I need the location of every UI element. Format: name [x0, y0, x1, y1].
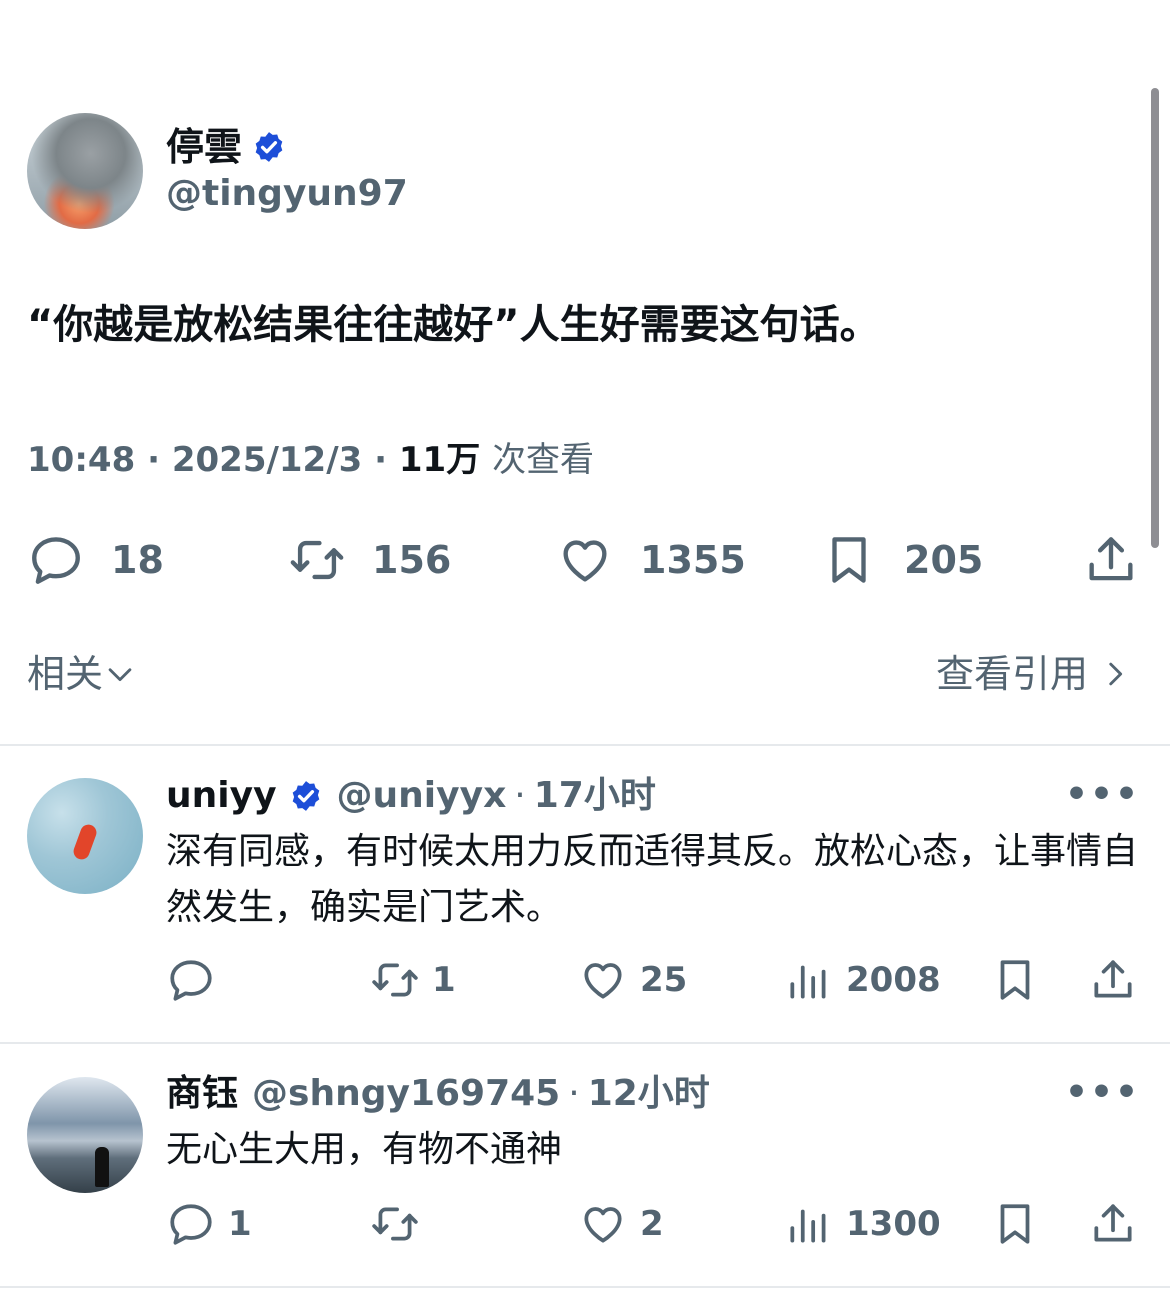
bookmark-button[interactable] [990, 952, 1040, 1008]
share-icon [1089, 537, 1133, 581]
retweet-button[interactable]: 156 [288, 528, 451, 592]
related-label: 相关 [27, 652, 104, 696]
retweet-icon [290, 540, 344, 580]
author-name[interactable]: 停雲 [166, 124, 286, 170]
reply-avatar[interactable] [27, 778, 143, 894]
retweet-count: 156 [372, 538, 452, 582]
like-count: 2 [640, 1204, 664, 1244]
like-icon [584, 1207, 622, 1243]
header-separator: · [568, 1073, 580, 1114]
reply-author-name[interactable]: 商钰 [166, 1072, 238, 1116]
view-quotes-label: 查看引用 [935, 652, 1088, 696]
retweet-button[interactable] [370, 1196, 432, 1252]
chevron-right-icon [1109, 662, 1123, 686]
meta-separator: · [147, 440, 160, 480]
tweet-text: “你越是放松结果往往越好”人生好需要这句话。 [27, 302, 880, 348]
like-button[interactable]: 1355 [556, 528, 746, 592]
reply-avatar[interactable] [27, 1077, 143, 1193]
divider [0, 744, 1170, 746]
reply-time[interactable]: 12小时 [588, 1072, 710, 1116]
header-separator: · [514, 775, 526, 816]
tweet-meta: 10:48 · 2025/12/3 · 11万 次查看 [27, 438, 594, 482]
bookmark-icon [1000, 960, 1030, 1000]
tweet-date[interactable]: 2025/12/3 [172, 440, 362, 480]
reply-button[interactable] [166, 952, 228, 1008]
scrollbar[interactable] [1151, 88, 1159, 548]
like-button[interactable]: 25 [578, 952, 687, 1008]
reply-author-handle[interactable]: @uniyyx [337, 774, 507, 818]
views-icon [790, 965, 826, 999]
reply-icon [32, 537, 80, 584]
divider [0, 1286, 1170, 1288]
verified-badge-icon [255, 132, 283, 162]
share-button[interactable] [1088, 952, 1138, 1008]
bookmark-button[interactable] [990, 1196, 1040, 1252]
reply-button[interactable]: 18 [27, 528, 164, 592]
share-icon [1094, 960, 1132, 998]
views-icon [790, 1209, 826, 1243]
reply-text: 无心生大用，有物不通神 [166, 1129, 563, 1170]
author-handle[interactable]: @tingyun97 [166, 172, 408, 216]
verified-badge-icon [292, 781, 319, 811]
share-button[interactable] [1088, 1196, 1138, 1252]
like-count: 1355 [640, 538, 746, 582]
reply-icon [170, 960, 212, 1001]
retweet-icon [372, 1207, 418, 1241]
view-count: 11万 [398, 440, 481, 480]
meta-separator: · [374, 440, 388, 480]
retweet-count: 1 [432, 960, 456, 1000]
retweet-icon [372, 963, 418, 997]
divider [0, 1042, 1170, 1044]
more-icon[interactable]: ••• [1065, 1072, 1140, 1113]
author-display-name[interactable]: 停雲 [166, 124, 242, 170]
view-count: 2008 [846, 960, 941, 1000]
reply-author-name[interactable]: uniyy [166, 774, 277, 818]
like-icon [563, 540, 607, 582]
views-button[interactable]: 1300 [784, 1196, 941, 1252]
bookmark-icon [832, 537, 866, 583]
reply-author-handle[interactable]: @shngy169745 [252, 1072, 560, 1116]
reply-time[interactable]: 17小时 [534, 774, 656, 818]
reply-header: uniyy @uniyyx · 17小时 [166, 774, 656, 818]
view-count-label: 次查看 [492, 440, 595, 480]
view-quotes-link[interactable]: 查看引用 [936, 650, 1132, 698]
avatar[interactable] [27, 113, 143, 229]
like-button[interactable]: 2 [578, 1196, 664, 1252]
views-button[interactable]: 2008 [784, 952, 941, 1008]
reply-button[interactable]: 1 [166, 1196, 252, 1252]
view-count: 1300 [846, 1204, 941, 1244]
like-icon [584, 963, 622, 999]
reply-text: 深有同感，有时候太用力反而适得其反。放松心态，让事情自然发生，确实是门艺术。 [166, 831, 1139, 928]
reply-count: 1 [228, 1204, 252, 1244]
bookmark-button[interactable]: 205 [820, 528, 983, 592]
reply-header: 商钰 @shngy169745 · 12小时 [166, 1072, 710, 1116]
bookmark-count: 205 [904, 538, 984, 582]
tweet-time[interactable]: 10:48 [27, 440, 135, 480]
share-icon [1094, 1204, 1132, 1242]
retweet-button[interactable]: 1 [370, 952, 456, 1008]
more-icon[interactable]: ••• [1065, 774, 1140, 815]
share-button[interactable] [1082, 528, 1140, 592]
like-count: 25 [640, 960, 688, 1000]
reply-count: 18 [111, 538, 164, 582]
reply-icon [170, 1204, 212, 1245]
chevron-down-icon [108, 668, 132, 682]
related-toggle[interactable]: 相关 [27, 650, 137, 698]
bookmark-icon [1000, 1204, 1030, 1244]
